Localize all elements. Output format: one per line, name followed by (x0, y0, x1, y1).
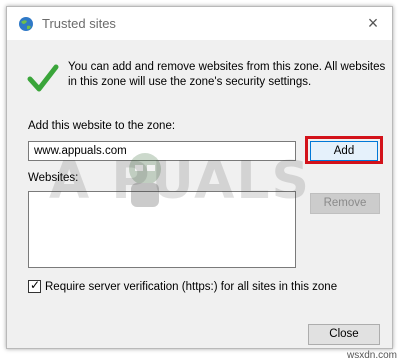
add-website-label: Add this website to the zone: (28, 120, 176, 132)
zone-info-text: You can add and remove websites from thi… (68, 61, 386, 88)
checkmark-icon (27, 64, 59, 92)
websites-list[interactable] (28, 191, 296, 268)
websites-label: Websites: (28, 172, 79, 184)
site-watermark: wsxdn.com (346, 350, 397, 361)
close-icon[interactable]: × (360, 11, 386, 35)
remove-button[interactable]: Remove (310, 193, 380, 214)
globe-icon (19, 17, 33, 31)
window-title: Trusted sites (42, 16, 116, 31)
trusted-sites-dialog: Trusted sites × You can add and remove w… (6, 6, 393, 349)
website-url-input[interactable] (28, 141, 296, 161)
https-verification-label[interactable]: Require server verification (https:) for… (45, 281, 337, 293)
close-button[interactable]: Close (308, 324, 380, 345)
title-bar: Trusted sites × (7, 7, 392, 40)
add-button-highlight (305, 136, 383, 164)
https-verification-checkbox[interactable]: ✓ (28, 278, 41, 293)
checkbox-check-icon: ✓ (30, 278, 41, 292)
